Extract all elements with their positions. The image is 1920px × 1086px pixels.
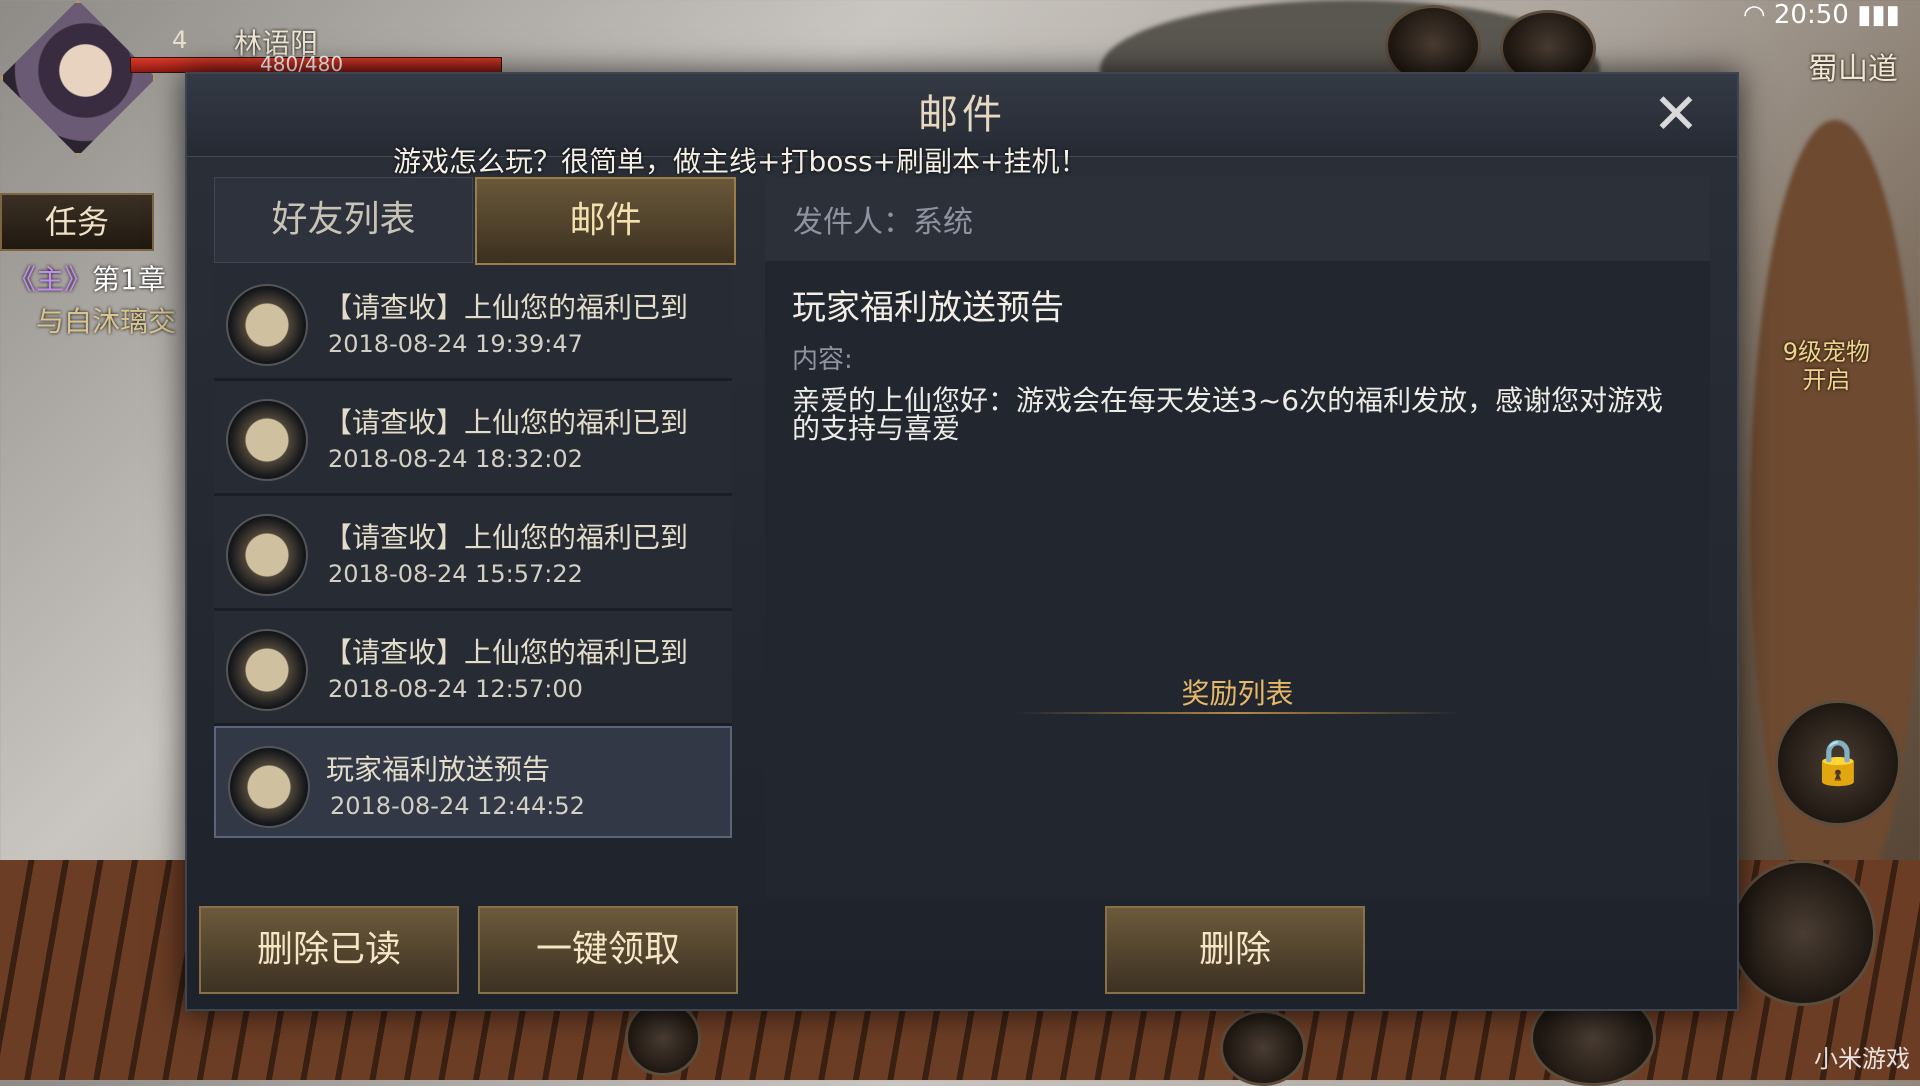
pet-unlock-line1: 9级宠物	[1782, 338, 1870, 366]
scroll-icon	[226, 284, 308, 366]
close-icon[interactable]: ✕	[1651, 87, 1701, 143]
delete-read-button[interactable]: 删除已读	[199, 906, 459, 994]
mail-subject: 【请查收】上仙您的福利已到	[324, 406, 689, 439]
mail-date: 2018-08-24 12:57:00	[328, 675, 583, 703]
sender-text: 发件人：系统	[793, 205, 973, 240]
tab-mail[interactable]: 邮件	[475, 177, 736, 265]
quest-description[interactable]: 与白沐璃交	[36, 300, 176, 340]
mail-item[interactable]: 【请查收】上仙您的福利已到 2018-08-24 12:57:00	[214, 611, 732, 726]
reward-list-title: 奖励列表	[1181, 677, 1294, 710]
mail-detail-panel: 发件人：系统 玩家福利放送预告 内容: 亲爱的上仙您好：游戏会在每天发送3~6次…	[765, 177, 1710, 897]
money-bag-icon[interactable]	[1220, 1010, 1306, 1086]
tab-friend-list[interactable]: 好友列表	[214, 177, 473, 263]
mail-subject: 【请查收】上仙您的福利已到	[324, 636, 689, 669]
scroll-icon	[226, 629, 308, 711]
scroll-icon	[226, 399, 308, 481]
lock-icon[interactable]: 🔒	[1775, 700, 1901, 826]
scroll-icon	[226, 514, 308, 596]
quest-title[interactable]: 《主》第1章	[8, 258, 166, 298]
status-bar: ◠ 20:50 ▮▮▮	[1743, 0, 1900, 34]
quest-tab[interactable]: 任务	[0, 193, 154, 251]
battery-icon: ▮▮▮	[1857, 0, 1900, 30]
mail-detail-title: 玩家福利放送预告	[792, 288, 1064, 328]
mail-item[interactable]: 【请查收】上仙您的福利已到 2018-08-24 15:57:22	[214, 496, 732, 611]
clock: 20:50	[1773, 0, 1849, 30]
mail-date: 2018-08-24 12:44:52	[330, 792, 585, 820]
mail-date: 2018-08-24 18:32:02	[328, 445, 583, 473]
reward-divider	[1015, 712, 1460, 714]
mail-dialog: 邮件 ✕ 好友列表 邮件 【请查收】上仙您的福利已到 2018-08-24 19…	[185, 72, 1739, 1011]
player-avatar[interactable]	[0, 0, 156, 156]
delete-button[interactable]: 删除	[1105, 906, 1365, 994]
sender-bar: 发件人：系统	[765, 177, 1710, 261]
claim-all-button[interactable]: 一键领取	[478, 906, 738, 994]
mail-item-selected[interactable]: 玩家福利放送预告 2018-08-24 12:44:52	[214, 726, 732, 838]
quest-chapter: 第1章	[92, 263, 166, 296]
watermark: 小米游戏	[1814, 1045, 1910, 1073]
wifi-icon: ◠	[1742, 0, 1766, 30]
mail-date: 2018-08-24 15:57:22	[328, 560, 583, 588]
player-level: 4	[172, 26, 188, 54]
pet-unlock-notice: 9级宠物 开启	[1783, 338, 1870, 394]
mail-subject: 【请查收】上仙您的福利已到	[324, 521, 689, 554]
sword-attack-icon[interactable]	[1730, 860, 1876, 1006]
content-label: 内容:	[792, 345, 853, 375]
mail-content: 亲爱的上仙您好：游戏会在每天发送3~6次的福利发放，感谢您对游戏的支持与喜爱	[792, 384, 1664, 445]
mail-subject: 玩家福利放送预告	[326, 753, 551, 786]
mail-list: 【请查收】上仙您的福利已到 2018-08-24 19:39:47 【请查收】上…	[214, 266, 732, 841]
quest-tag: 《主》	[8, 263, 93, 296]
monitor-icon[interactable]	[625, 1000, 701, 1076]
scroll-icon	[228, 746, 310, 828]
mail-item[interactable]: 【请查收】上仙您的福利已到 2018-08-24 18:32:02	[214, 381, 732, 496]
pet-unlock-line2: 开启	[1802, 366, 1851, 394]
mail-item[interactable]: 【请查收】上仙您的福利已到 2018-08-24 19:39:47	[214, 266, 732, 381]
mail-subject: 【请查收】上仙您的福利已到	[324, 291, 689, 324]
mail-date: 2018-08-24 19:39:47	[328, 330, 583, 358]
gameplay-tip: 游戏怎么玩？很简单，做主线+打boss+刷副本+挂机！	[393, 145, 1088, 178]
location-name: 蜀山道	[1808, 52, 1898, 87]
